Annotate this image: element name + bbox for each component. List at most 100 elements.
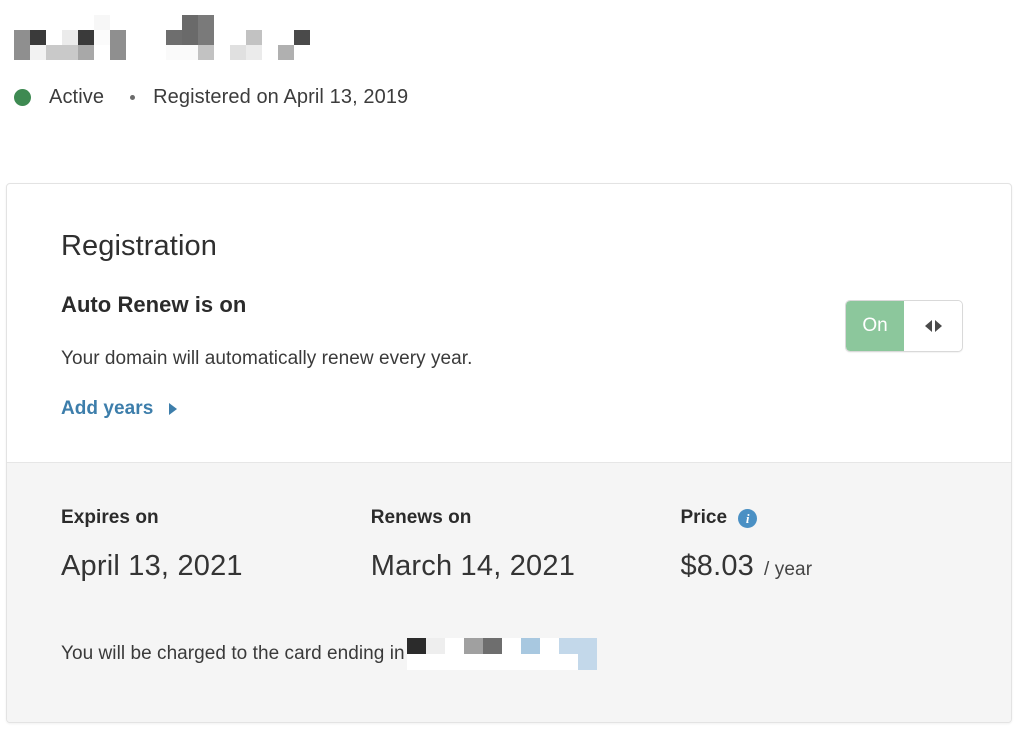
- detail-columns: Expires on April 13, 2021 Renews on Marc…: [55, 507, 963, 583]
- price-unit: / year: [764, 559, 813, 580]
- redact-cell: [444, 638, 464, 654]
- registration-card: Registration Auto Renew is on Your domai…: [6, 183, 1012, 723]
- redact-cell: [294, 30, 310, 45]
- redact-cell: [444, 654, 464, 670]
- card-redact-col-7: [539, 638, 559, 670]
- redact-cell: [463, 638, 483, 654]
- auto-renew-row: Auto Renew is on Your domain will automa…: [55, 292, 963, 420]
- redact-cell: [110, 15, 126, 30]
- domain-redact-b-col-7: [278, 15, 294, 60]
- domain-redact-a-col-0: [14, 15, 30, 60]
- renews-on-label: Renews on: [370, 507, 472, 528]
- detail-column-expires-on: Expires on April 13, 2021: [55, 507, 365, 583]
- toggle-handle[interactable]: [904, 301, 962, 351]
- expires-on-value: April 13, 2021: [61, 550, 243, 582]
- redact-cell: [198, 30, 214, 45]
- redact-cell: [520, 654, 540, 670]
- card-redact-col-3: [463, 638, 483, 670]
- auto-renew-heading: Auto Renew is on: [61, 292, 247, 317]
- redact-cell: [278, 30, 294, 45]
- redact-cell: [62, 15, 78, 30]
- auto-renew-toggle[interactable]: On: [845, 300, 963, 352]
- page-header: Active Registered on April 13, 2019: [0, 0, 1024, 109]
- redact-group-2: [166, 15, 310, 60]
- card-redact-col-5: [501, 638, 521, 670]
- registered-on-text: Registered on April 13, 2019: [153, 86, 409, 108]
- domain-redact-b-col-8: [294, 15, 310, 60]
- domain-status-line: Active Registered on April 13, 2019: [14, 86, 1024, 109]
- domain-redact-a-col-4: [78, 15, 94, 60]
- redact-cell: [78, 30, 94, 45]
- redact-cell: [278, 45, 294, 60]
- price-value-row: $8.03 / year: [680, 550, 963, 583]
- separator-dot-icon: [130, 95, 136, 100]
- add-years-link[interactable]: Add years: [61, 398, 178, 420]
- redact-cell: [539, 654, 559, 670]
- redact-cell: [520, 638, 540, 654]
- domain-redact-b-col-0: [166, 15, 182, 60]
- status-badge: Active: [49, 86, 105, 108]
- redact-cell: [30, 45, 46, 60]
- redact-cell: [246, 15, 262, 30]
- redact-cell: [230, 45, 246, 60]
- redact-cell: [482, 638, 502, 654]
- redact-cell: [30, 15, 46, 30]
- redact-cell: [166, 15, 182, 30]
- redact-cell: [425, 638, 445, 654]
- redact-cell: [94, 30, 110, 45]
- price-label-row: Price i: [680, 507, 963, 529]
- add-years-label: Add years: [61, 398, 154, 419]
- renews-on-value: March 14, 2021: [370, 550, 576, 582]
- charge-note: You will be charged to the card ending i…: [61, 638, 963, 670]
- redact-cell: [294, 15, 310, 30]
- card-digits-redacted: [406, 638, 597, 670]
- detail-column-price: Price i $8.03 / year: [674, 507, 963, 583]
- redact-cell: [558, 638, 578, 654]
- domain-redact-b-col-3: [214, 15, 230, 60]
- redact-cell: [46, 45, 62, 60]
- detail-column-renews-on: Renews on March 14, 2021: [365, 507, 675, 583]
- redact-cell: [501, 638, 521, 654]
- domain-redact-b-col-2: [198, 15, 214, 60]
- registration-card-top: Registration Auto Renew is on Your domai…: [7, 184, 1011, 462]
- domain-redact-b-col-5: [246, 15, 262, 60]
- redact-cell: [278, 15, 294, 30]
- domain-redact-b-col-1: [182, 15, 198, 60]
- card-redact-col-1: [425, 638, 445, 670]
- registration-card-bottom: Expires on April 13, 2021 Renews on Marc…: [7, 462, 1011, 722]
- card-redact-col-8: [558, 638, 578, 670]
- redact-cell: [577, 654, 597, 670]
- card-redact-col-0: [406, 638, 426, 670]
- auto-renew-description: Your domain will automatically renew eve…: [61, 348, 473, 369]
- redact-cell: [230, 15, 246, 30]
- redact-cell: [198, 45, 214, 60]
- redact-cell: [214, 30, 230, 45]
- card-redact-col-9: [577, 638, 597, 670]
- redact-cell: [262, 15, 278, 30]
- toggle-state-label: On: [846, 301, 904, 351]
- redact-cell: [62, 45, 78, 60]
- price-label: Price: [680, 507, 728, 528]
- price-amount: $8.03: [680, 550, 755, 582]
- card-redact-col-6: [520, 638, 540, 670]
- redact-cell: [262, 45, 278, 60]
- info-icon[interactable]: i: [738, 508, 758, 528]
- redact-cell: [214, 45, 230, 60]
- status-dot-icon: [14, 89, 31, 106]
- domain-redact-a-col-1: [30, 15, 46, 60]
- domain-redact-b-col-4: [230, 15, 246, 60]
- domain-name-redacted: [14, 14, 1024, 60]
- redact-cell: [46, 30, 62, 45]
- arrow-right-icon: [934, 320, 942, 332]
- domain-redact-a-col-3: [62, 15, 78, 60]
- redact-cell: [425, 654, 445, 670]
- redact-cell: [94, 15, 110, 30]
- auto-renew-text-block: Auto Renew is on Your domain will automa…: [61, 292, 472, 420]
- redact-cell: [30, 30, 46, 45]
- redact-cell: [110, 45, 126, 60]
- redact-cell: [198, 15, 214, 30]
- redact-cell: [14, 30, 30, 45]
- chevron-right-icon: [169, 403, 178, 415]
- redact-cell: [539, 638, 559, 654]
- domain-redact-b-col-6: [262, 15, 278, 60]
